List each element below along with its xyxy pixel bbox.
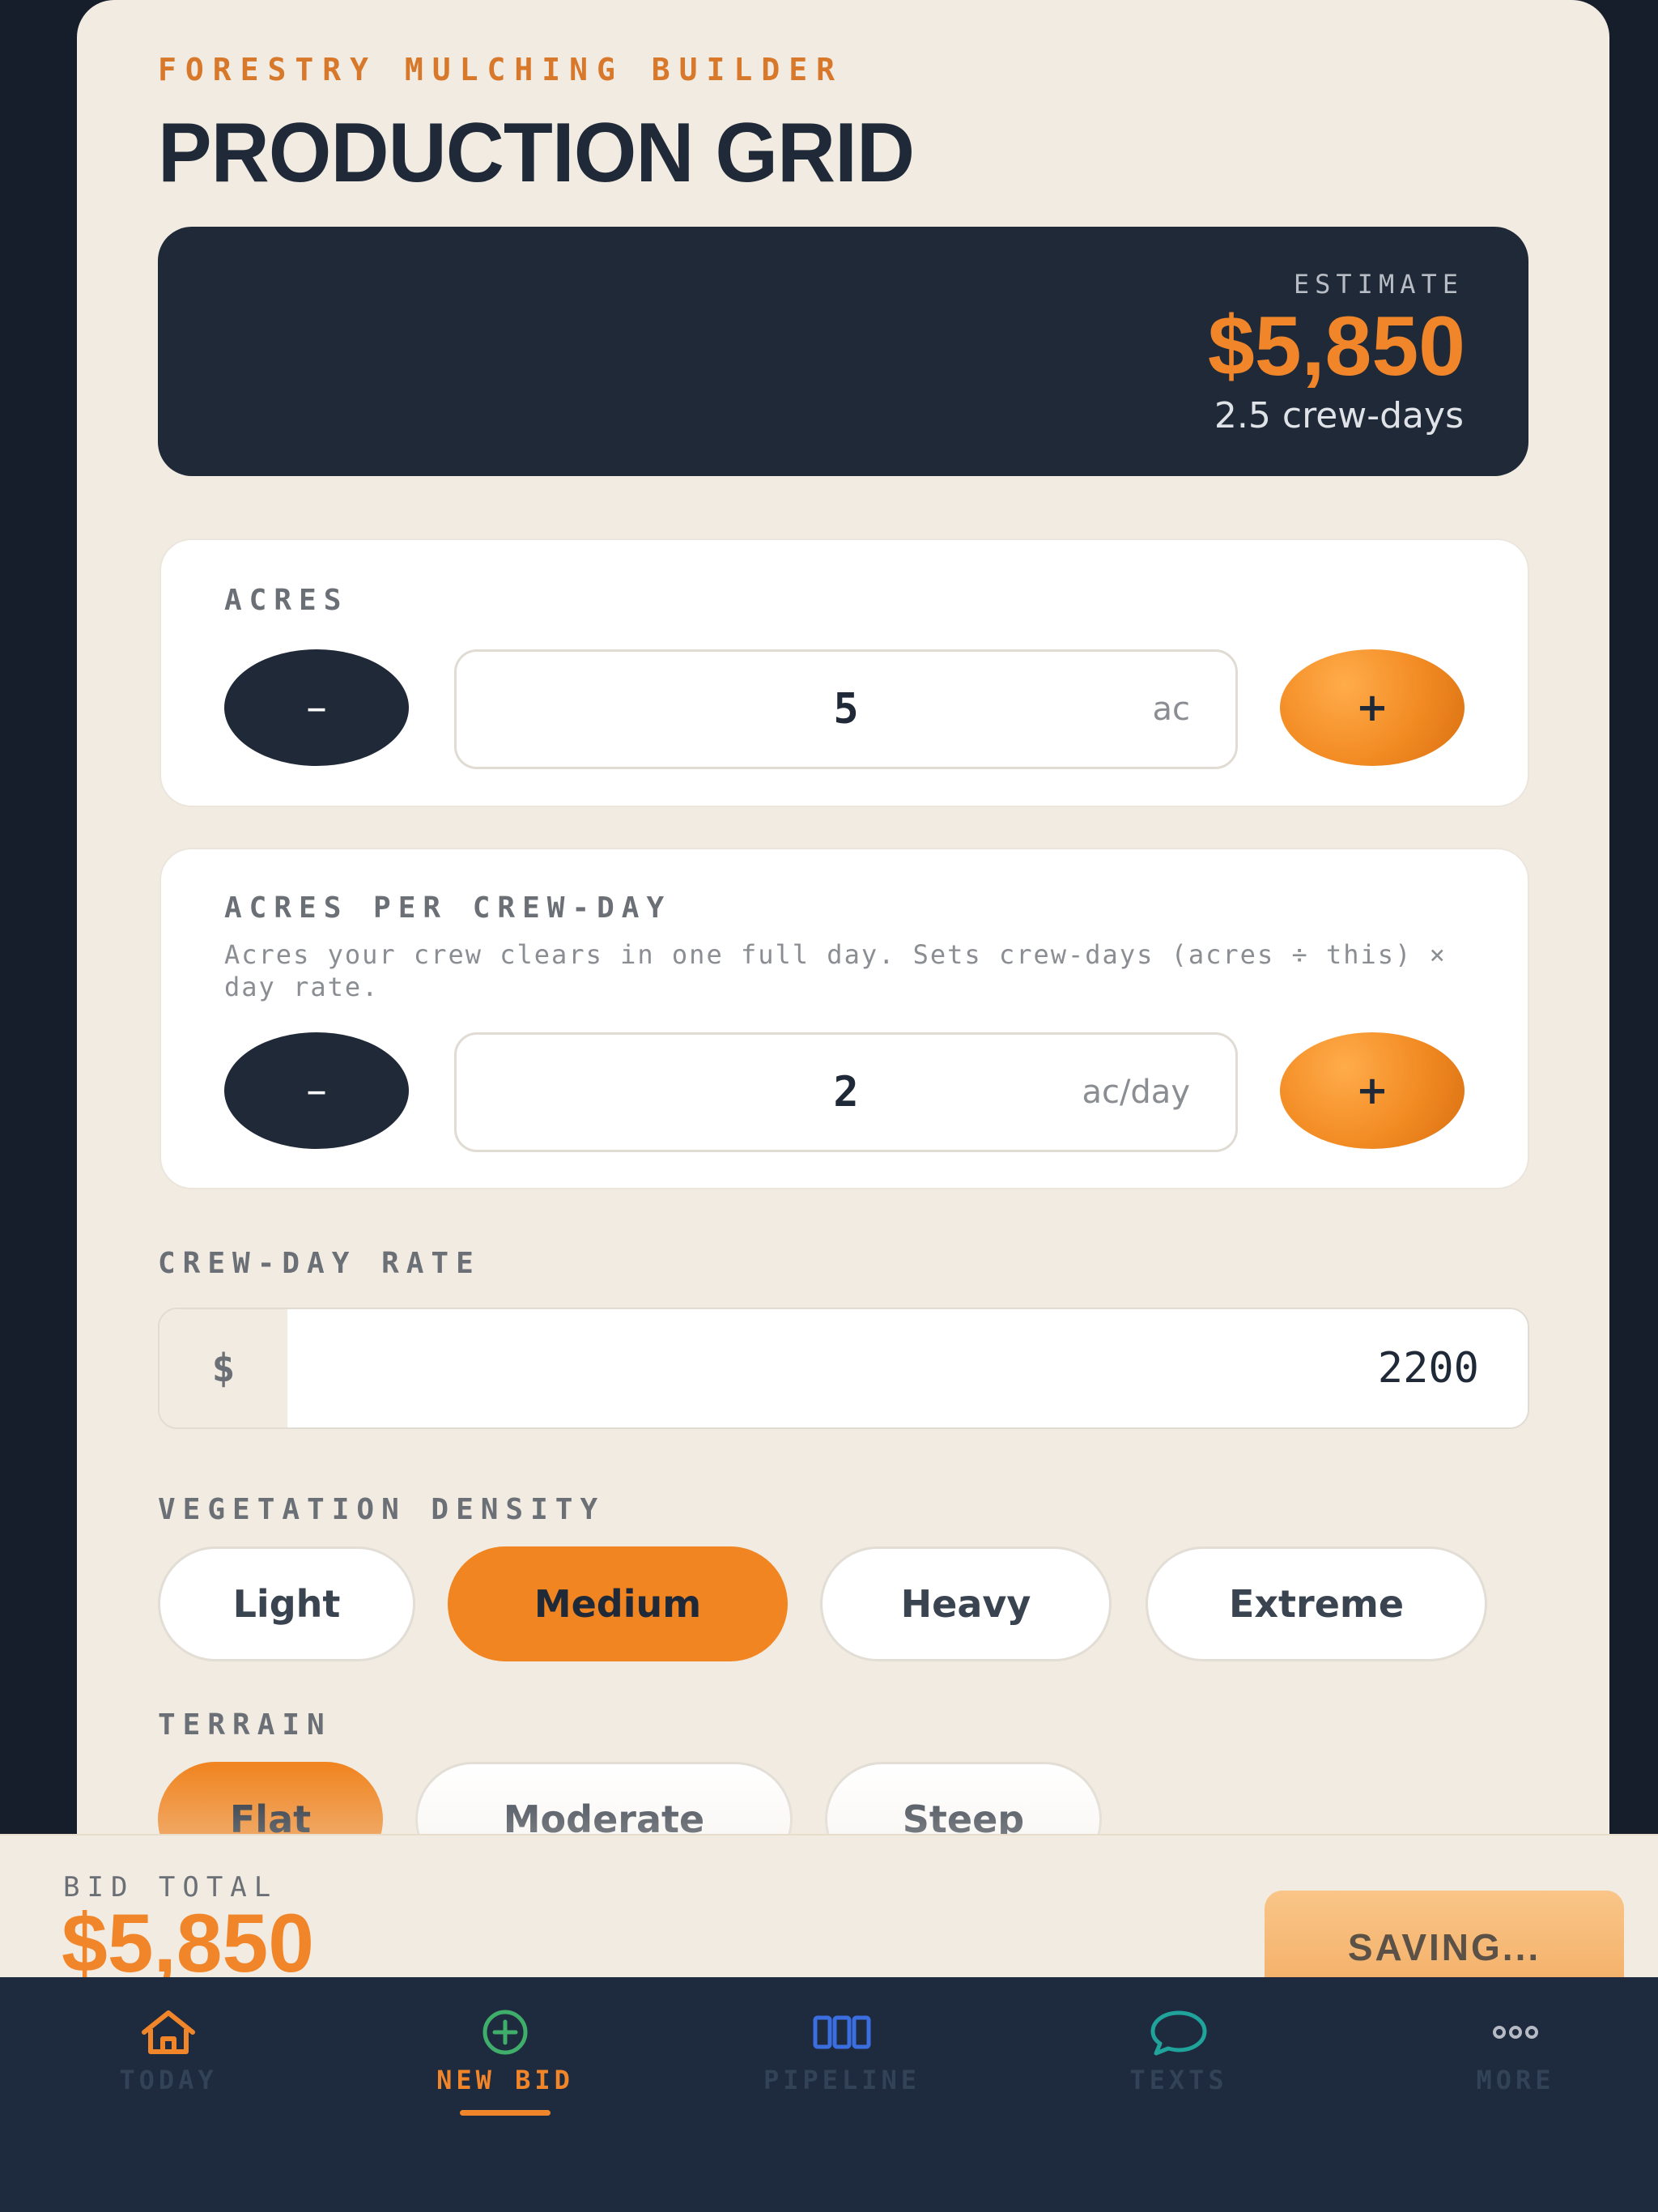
crew-day-rate-field: $ [158, 1308, 1529, 1429]
acres-decrement-button[interactable]: – [224, 649, 409, 766]
acres-per-day-increment-button[interactable]: + [1280, 1032, 1465, 1149]
tab-new-bid[interactable]: NEW BID [384, 1977, 627, 2139]
vegetation-option-heavy[interactable]: Heavy [820, 1546, 1112, 1661]
tab-more[interactable]: MORE [1394, 1977, 1637, 2139]
estimate-value: $5,850 [1207, 300, 1465, 393]
home-icon [134, 2008, 202, 2057]
more-dots-icon [1482, 2008, 1550, 2057]
vegetation-density-label: VEGETATION DENSITY [158, 1493, 606, 1526]
plus-circle-icon [471, 2008, 539, 2057]
acres-per-day-input[interactable]: 2 ac/day [454, 1032, 1238, 1152]
crew-day-rate-input[interactable] [287, 1309, 1528, 1427]
bid-total-value: $5,850 [62, 1897, 314, 1989]
vegetation-option-medium[interactable]: Medium [448, 1546, 788, 1661]
acres-per-day-card: ACRES PER CREW-DAY Acres your crew clear… [159, 848, 1529, 1189]
tab-new-bid-label: NEW BID [436, 2065, 574, 2095]
acres-per-day-decrement-button[interactable]: – [224, 1032, 409, 1149]
bid-total-bar: BID TOTAL $5,850 SAVING... [0, 1834, 1658, 2004]
tab-pipeline[interactable]: PIPELINE [721, 1977, 963, 2139]
acres-card: ACRES – 5 ac + [159, 538, 1529, 807]
estimate-label: ESTIMATE [1293, 269, 1464, 300]
acres-label: ACRES [224, 584, 349, 617]
tab-today-label: TODAY [119, 2065, 218, 2095]
acres-unit: ac [1152, 691, 1190, 728]
crew-day-rate-label: CREW-DAY RATE [158, 1247, 481, 1280]
active-tab-indicator [460, 2110, 551, 2116]
estimate-panel: ESTIMATE $5,850 2.5 crew-days [158, 227, 1528, 476]
acres-increment-button[interactable]: + [1280, 649, 1465, 766]
chat-bubble-icon [1145, 2008, 1213, 2057]
acres-per-day-unit: ac/day [1082, 1074, 1190, 1111]
tab-texts[interactable]: TEXTS [1057, 1977, 1300, 2139]
acres-per-day-label: ACRES PER CREW-DAY [224, 891, 672, 925]
builder-eyebrow: FORESTRY MULCHING BUILDER [158, 52, 844, 87]
columns-icon [808, 2008, 876, 2057]
acres-per-day-help: Acres your crew clears in one full day. … [224, 939, 1447, 1002]
page-title: PRODUCTION GRID [158, 106, 915, 200]
terrain-label: TERRAIN [158, 1708, 332, 1742]
vegetation-option-extreme[interactable]: Extreme [1146, 1546, 1487, 1661]
currency-prefix: $ [159, 1309, 287, 1427]
acres-input[interactable]: 5 ac [454, 649, 1238, 769]
bottom-tab-bar: TODAY NEW BID PIPELINE TEXTS MORE [0, 1977, 1658, 2212]
tab-more-label: MORE [1476, 2065, 1555, 2095]
estimate-crew-days: 2.5 crew-days [1214, 395, 1464, 436]
tab-pipeline-label: PIPELINE [763, 2065, 921, 2095]
tab-texts-label: TEXTS [1129, 2065, 1228, 2095]
vegetation-option-light[interactable]: Light [158, 1546, 415, 1661]
acres-value: 5 [833, 685, 859, 734]
tab-today[interactable]: TODAY [47, 1977, 290, 2139]
